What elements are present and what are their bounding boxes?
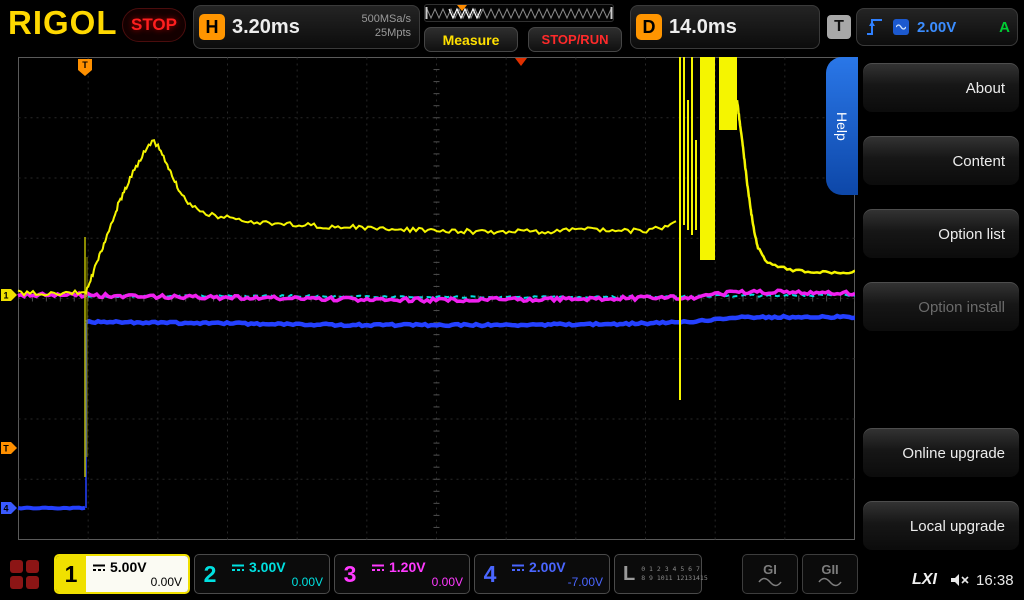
sine-wave-icon [818, 577, 842, 587]
channel-4-box[interactable]: 4 2.00V -7.00V [474, 554, 610, 594]
memory-position-strip[interactable] [424, 4, 614, 22]
delay-settings[interactable]: D 14.0ms [630, 5, 820, 49]
help-tab[interactable]: Help [826, 57, 858, 195]
trigger-label: T [827, 15, 851, 39]
channel-3-offset: 0.00V [371, 575, 463, 589]
generator-1-box[interactable]: GI [742, 554, 798, 594]
coupling-icon [92, 563, 106, 572]
ch4-zero-marker[interactable]: 4 [1, 502, 17, 514]
trigger-source-icon [893, 19, 909, 35]
channel-3-box[interactable]: 3 1.20V 0.00V [334, 554, 470, 594]
sample-rate: 500MSa/s [361, 12, 411, 26]
channel-3-scale: 1.20V [389, 559, 426, 575]
menu-item-option-install: Option install [862, 281, 1020, 333]
logic-channels-box[interactable]: L 0 1 2 3 4 5 6 7 8 9 1011 12131415 [614, 554, 702, 594]
menu-item-content[interactable]: Content [862, 135, 1020, 187]
memory-depth: 25Mpts [361, 26, 411, 40]
coupling-icon [231, 563, 245, 572]
oscilloscope-screen: RIGOL STOP H 3.20ms 500MSa/s 25Mpts Meas… [0, 0, 1024, 600]
trigger-settings[interactable]: 2.00V A [856, 8, 1018, 46]
trigger-level-marker[interactable]: T [1, 442, 17, 454]
channel-2-number: 2 [195, 555, 225, 593]
ch1-saturated-block [719, 57, 737, 130]
timebase-value: 3.20ms [232, 6, 300, 48]
channel-4-offset: -7.00V [511, 575, 603, 589]
coupling-icon [371, 563, 385, 572]
channel-3-number: 3 [335, 555, 365, 593]
channel-2-scale: 3.00V [249, 559, 286, 575]
menu-item-online-upgrade[interactable]: Online upgrade [862, 427, 1020, 479]
menu-item-empty [862, 354, 1020, 406]
logic-label: L [623, 563, 635, 586]
acquisition-info: 500MSa/s 25Mpts [361, 12, 411, 40]
ch1-zero-marker[interactable]: 1 [1, 289, 17, 301]
trigger-mode: A [999, 9, 1010, 45]
speaker-muted-icon [950, 573, 970, 589]
channel-1-offset: 0.00V [92, 575, 182, 589]
menu-item-about[interactable]: About [862, 62, 1020, 114]
measure-button[interactable]: Measure [424, 27, 518, 52]
channel-2-box[interactable]: 2 3.00V 0.00V [194, 554, 330, 594]
channel-4-scale: 2.00V [529, 559, 566, 575]
channel-1-scale: 5.00V [110, 559, 147, 575]
generator-2-label: GII [821, 562, 838, 577]
run-state-badge: STOP [122, 8, 186, 42]
generator-2-box[interactable]: GII [802, 554, 858, 594]
generator-1-label: GI [763, 562, 777, 577]
channel-1-box[interactable]: 1 5.00V 0.00V [54, 554, 190, 594]
clock: 16:38 [976, 572, 1014, 589]
svg-text:T: T [82, 60, 88, 70]
delay-label: D [636, 14, 662, 40]
ch1-saturated-block [700, 57, 715, 260]
ch4-blue-low [18, 508, 85, 509]
channel-2-offset: 0.00V [231, 575, 323, 589]
channel-1-number: 1 [56, 556, 86, 592]
horizontal-label: H [199, 14, 225, 40]
svg-text:1: 1 [3, 291, 8, 301]
trigger-level-value: 2.00V [917, 9, 956, 45]
sine-wave-icon [758, 577, 782, 587]
stop-run-button[interactable]: STOP/RUN [528, 27, 622, 52]
waveform-display: T 1 T 4 [0, 57, 855, 540]
menu-item-local-upgrade[interactable]: Local upgrade [862, 500, 1020, 552]
trigger-slope-icon [865, 17, 885, 37]
lxi-indicator: LXI [912, 571, 937, 589]
svg-text:4: 4 [3, 504, 8, 514]
horizontal-settings[interactable]: H 3.20ms 500MSa/s 25Mpts [193, 5, 420, 49]
menu-item-option-list[interactable]: Option list [862, 208, 1020, 260]
logic-channel-numbers: 0 1 2 3 4 5 6 7 8 9 1011 12131415 [641, 565, 708, 583]
menu-grid-icon[interactable] [10, 560, 39, 589]
memory-waveform-preview [425, 5, 613, 21]
svg-text:T: T [3, 444, 9, 454]
channel-4-number: 4 [475, 555, 505, 593]
delay-value: 14.0ms [669, 6, 737, 48]
rigol-logo: RIGOL [8, 4, 118, 42]
coupling-icon [511, 563, 525, 572]
